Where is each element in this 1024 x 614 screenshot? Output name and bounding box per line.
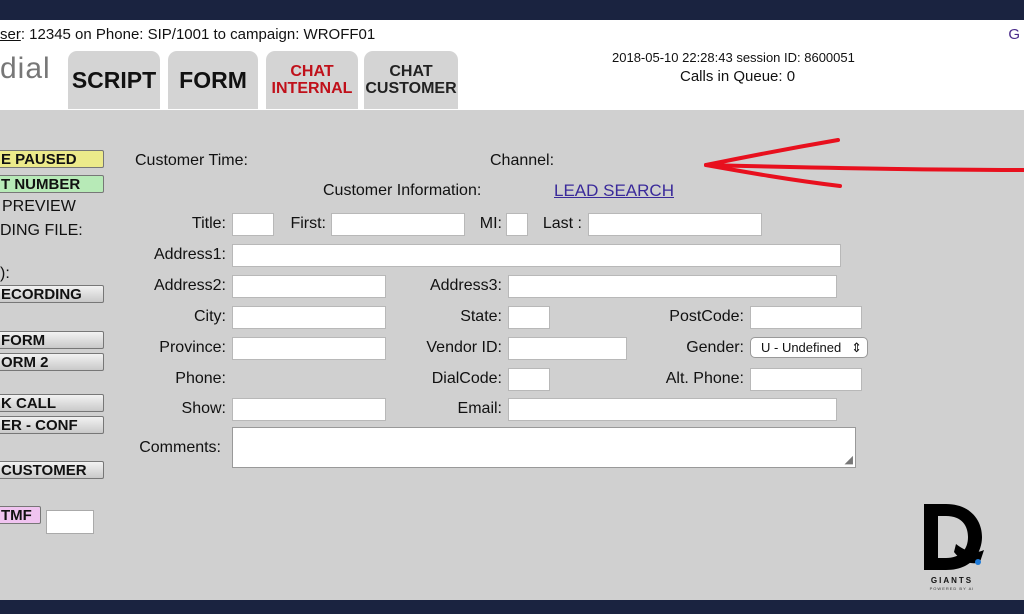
arrow-shaft	[704, 163, 1024, 172]
brand-tagline: POWERED BY AI	[929, 586, 975, 591]
screenshot-frame: ser: 12345 on Phone: SIP/1001 to campaig…	[0, 20, 1024, 600]
red-arrow-icon	[704, 138, 1024, 188]
brand-logo: GIANTS POWERED BY AI	[916, 500, 988, 596]
arrow-head-top	[704, 138, 840, 167]
brand-word: GIANTS	[930, 576, 974, 585]
brand-d-icon	[924, 504, 984, 570]
agent-screen: ser: 12345 on Phone: SIP/1001 to campaig…	[0, 20, 1024, 600]
